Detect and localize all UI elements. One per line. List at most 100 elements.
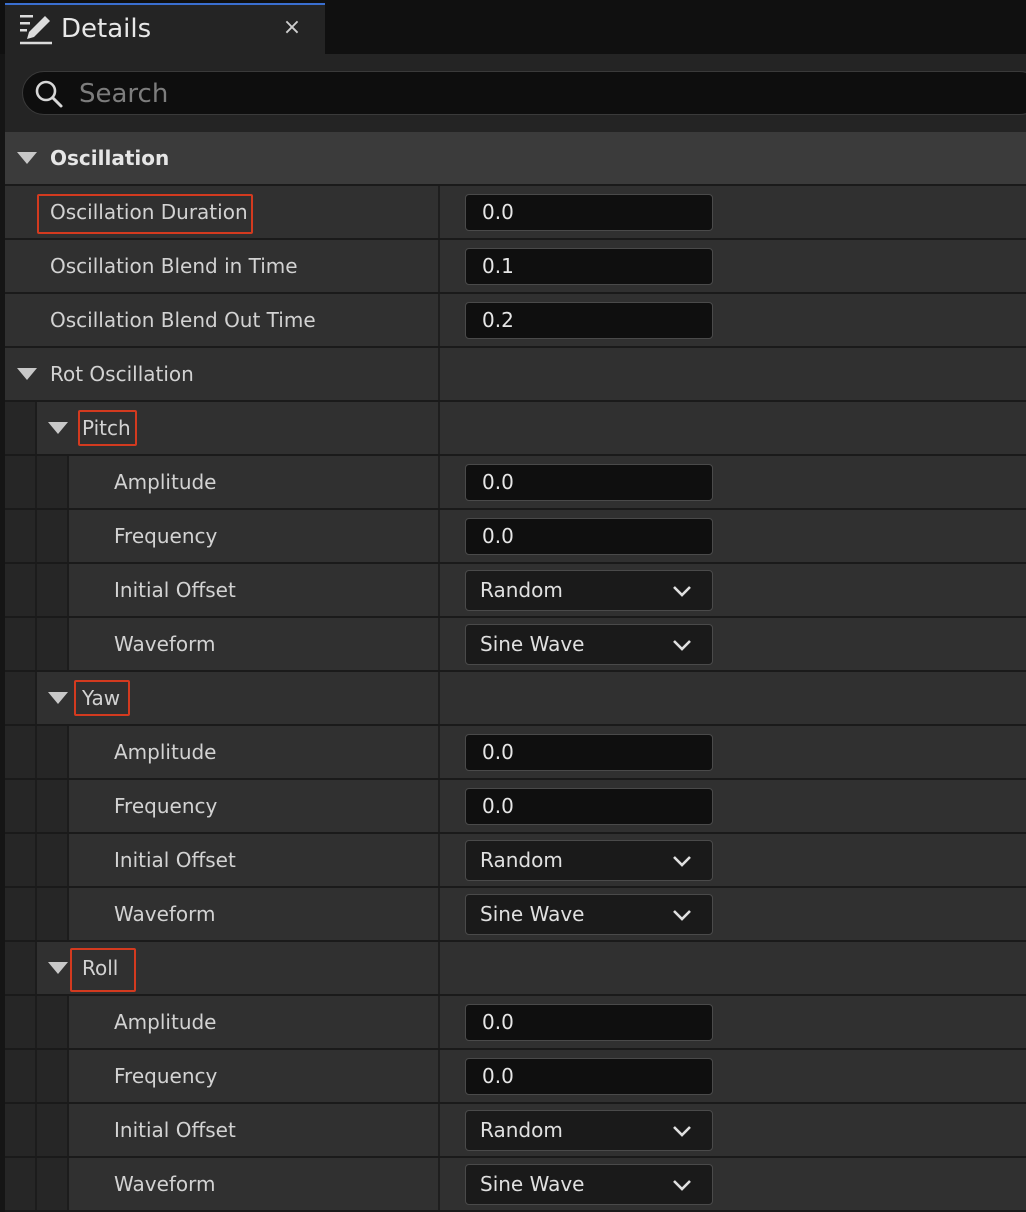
- column-divider[interactable]: [438, 240, 440, 292]
- column-divider[interactable]: [438, 1104, 440, 1156]
- dropdown-value: Random: [480, 848, 563, 872]
- property-row-pitch-amplitude: Amplitude 0.0: [5, 456, 1026, 510]
- blend-in-time-field[interactable]: 0.1: [465, 248, 713, 285]
- blend-out-time-field[interactable]: 0.2: [465, 302, 713, 339]
- yaw-waveform-dropdown[interactable]: Sine Wave: [465, 894, 713, 935]
- property-label: Oscillation Duration: [50, 200, 248, 224]
- column-divider[interactable]: [438, 1158, 440, 1210]
- column-divider[interactable]: [438, 294, 440, 346]
- property-row-pitch-waveform: Waveform Sine Wave: [5, 618, 1026, 672]
- property-row-pitch-frequency: Frequency 0.0: [5, 510, 1026, 564]
- caret-down-icon[interactable]: [48, 962, 68, 974]
- property-label: Initial Offset: [114, 1118, 236, 1142]
- property-row-pitch-initial-offset: Initial Offset Random: [5, 564, 1026, 618]
- column-divider[interactable]: [438, 672, 440, 724]
- dropdown-value: Sine Wave: [480, 902, 585, 926]
- roll-amplitude-field[interactable]: 0.0: [465, 1004, 713, 1041]
- property-row-blend-in: Oscillation Blend in Time 0.1: [5, 240, 1026, 294]
- column-divider[interactable]: [438, 1050, 440, 1102]
- property-grid: Oscillation Oscillation Duration 0.0 Osc…: [5, 132, 1026, 1212]
- indent-guide: [5, 618, 69, 670]
- property-label: Amplitude: [114, 470, 217, 494]
- property-row-roll-amplitude: Amplitude 0.0: [5, 996, 1026, 1050]
- property-label: Initial Offset: [114, 578, 236, 602]
- property-label: Waveform: [114, 632, 216, 656]
- roll-waveform-dropdown[interactable]: Sine Wave: [465, 1164, 713, 1205]
- tab-bar: Details ×: [0, 0, 1026, 54]
- property-label: Amplitude: [114, 740, 217, 764]
- property-label: Oscillation Blend in Time: [50, 254, 298, 278]
- pitch-frequency-field[interactable]: 0.0: [465, 518, 713, 555]
- roll-frequency-field[interactable]: 0.0: [465, 1058, 713, 1095]
- group-roll[interactable]: Roll: [5, 942, 1026, 996]
- search-bar: [5, 54, 1026, 132]
- indent-guide: [5, 888, 69, 940]
- property-row-yaw-initial-offset: Initial Offset Random: [5, 834, 1026, 888]
- column-divider[interactable]: [438, 618, 440, 670]
- oscillation-duration-field[interactable]: 0.0: [465, 194, 713, 231]
- group-pitch[interactable]: Pitch: [5, 402, 1026, 456]
- column-divider[interactable]: [438, 510, 440, 562]
- column-divider[interactable]: [438, 834, 440, 886]
- indent-guide: [5, 942, 37, 994]
- indent-guide: [5, 456, 69, 508]
- chevron-down-icon: [673, 856, 691, 867]
- indent-guide: [5, 402, 37, 454]
- column-divider[interactable]: [438, 780, 440, 832]
- column-divider[interactable]: [438, 726, 440, 778]
- chevron-down-icon: [673, 910, 691, 921]
- indent-guide: [5, 834, 69, 886]
- indent-guide: [5, 1050, 69, 1102]
- pitch-waveform-dropdown[interactable]: Sine Wave: [465, 624, 713, 665]
- column-divider[interactable]: [438, 996, 440, 1048]
- group-label: Pitch: [82, 416, 131, 440]
- close-icon[interactable]: ×: [277, 13, 307, 43]
- category-rot-oscillation[interactable]: Rot Oscillation: [5, 348, 1026, 402]
- property-row-roll-initial-offset: Initial Offset Random: [5, 1104, 1026, 1158]
- column-divider[interactable]: [438, 942, 440, 994]
- indent-guide: [5, 1104, 69, 1156]
- chevron-down-icon: [673, 1180, 691, 1191]
- column-divider[interactable]: [438, 564, 440, 616]
- chevron-down-icon: [673, 1126, 691, 1137]
- tab-title: Details: [61, 14, 152, 44]
- caret-down-icon[interactable]: [17, 368, 37, 380]
- column-divider[interactable]: [438, 456, 440, 508]
- tab-details[interactable]: Details ×: [5, 3, 325, 54]
- yaw-frequency-field[interactable]: 0.0: [465, 788, 713, 825]
- column-divider[interactable]: [438, 348, 440, 400]
- category-oscillation[interactable]: Oscillation: [5, 132, 1026, 186]
- column-divider[interactable]: [438, 888, 440, 940]
- roll-initial-offset-dropdown[interactable]: Random: [465, 1110, 713, 1151]
- dropdown-value: Sine Wave: [480, 632, 585, 656]
- search-input[interactable]: [77, 74, 981, 114]
- indent-guide: [5, 726, 69, 778]
- category-label: Rot Oscillation: [50, 362, 194, 386]
- property-label: Amplitude: [114, 1010, 217, 1034]
- column-divider[interactable]: [438, 402, 440, 454]
- yaw-initial-offset-dropdown[interactable]: Random: [465, 840, 713, 881]
- group-label: Roll: [82, 956, 119, 980]
- dropdown-value: Random: [480, 578, 563, 602]
- search-icon: [35, 80, 63, 108]
- property-label: Frequency: [114, 524, 218, 548]
- caret-down-icon[interactable]: [48, 692, 68, 704]
- pencil-edit-icon: [20, 15, 52, 45]
- indent-guide: [5, 564, 69, 616]
- indent-guide: [5, 996, 69, 1048]
- pitch-amplitude-field[interactable]: 0.0: [465, 464, 713, 501]
- indent-guide: [5, 1158, 69, 1210]
- column-divider[interactable]: [438, 186, 440, 238]
- caret-down-icon[interactable]: [17, 152, 37, 164]
- dropdown-value: Random: [480, 1118, 563, 1142]
- yaw-amplitude-field[interactable]: 0.0: [465, 734, 713, 771]
- property-row-roll-waveform: Waveform Sine Wave: [5, 1158, 1026, 1212]
- search-field[interactable]: [22, 71, 1026, 115]
- category-label: Oscillation: [50, 146, 170, 170]
- property-label: Frequency: [114, 1064, 218, 1088]
- group-yaw[interactable]: Yaw: [5, 672, 1026, 726]
- property-label: Frequency: [114, 794, 218, 818]
- pitch-initial-offset-dropdown[interactable]: Random: [465, 570, 713, 611]
- property-row-blend-out: Oscillation Blend Out Time 0.2: [5, 294, 1026, 348]
- caret-down-icon[interactable]: [48, 422, 68, 434]
